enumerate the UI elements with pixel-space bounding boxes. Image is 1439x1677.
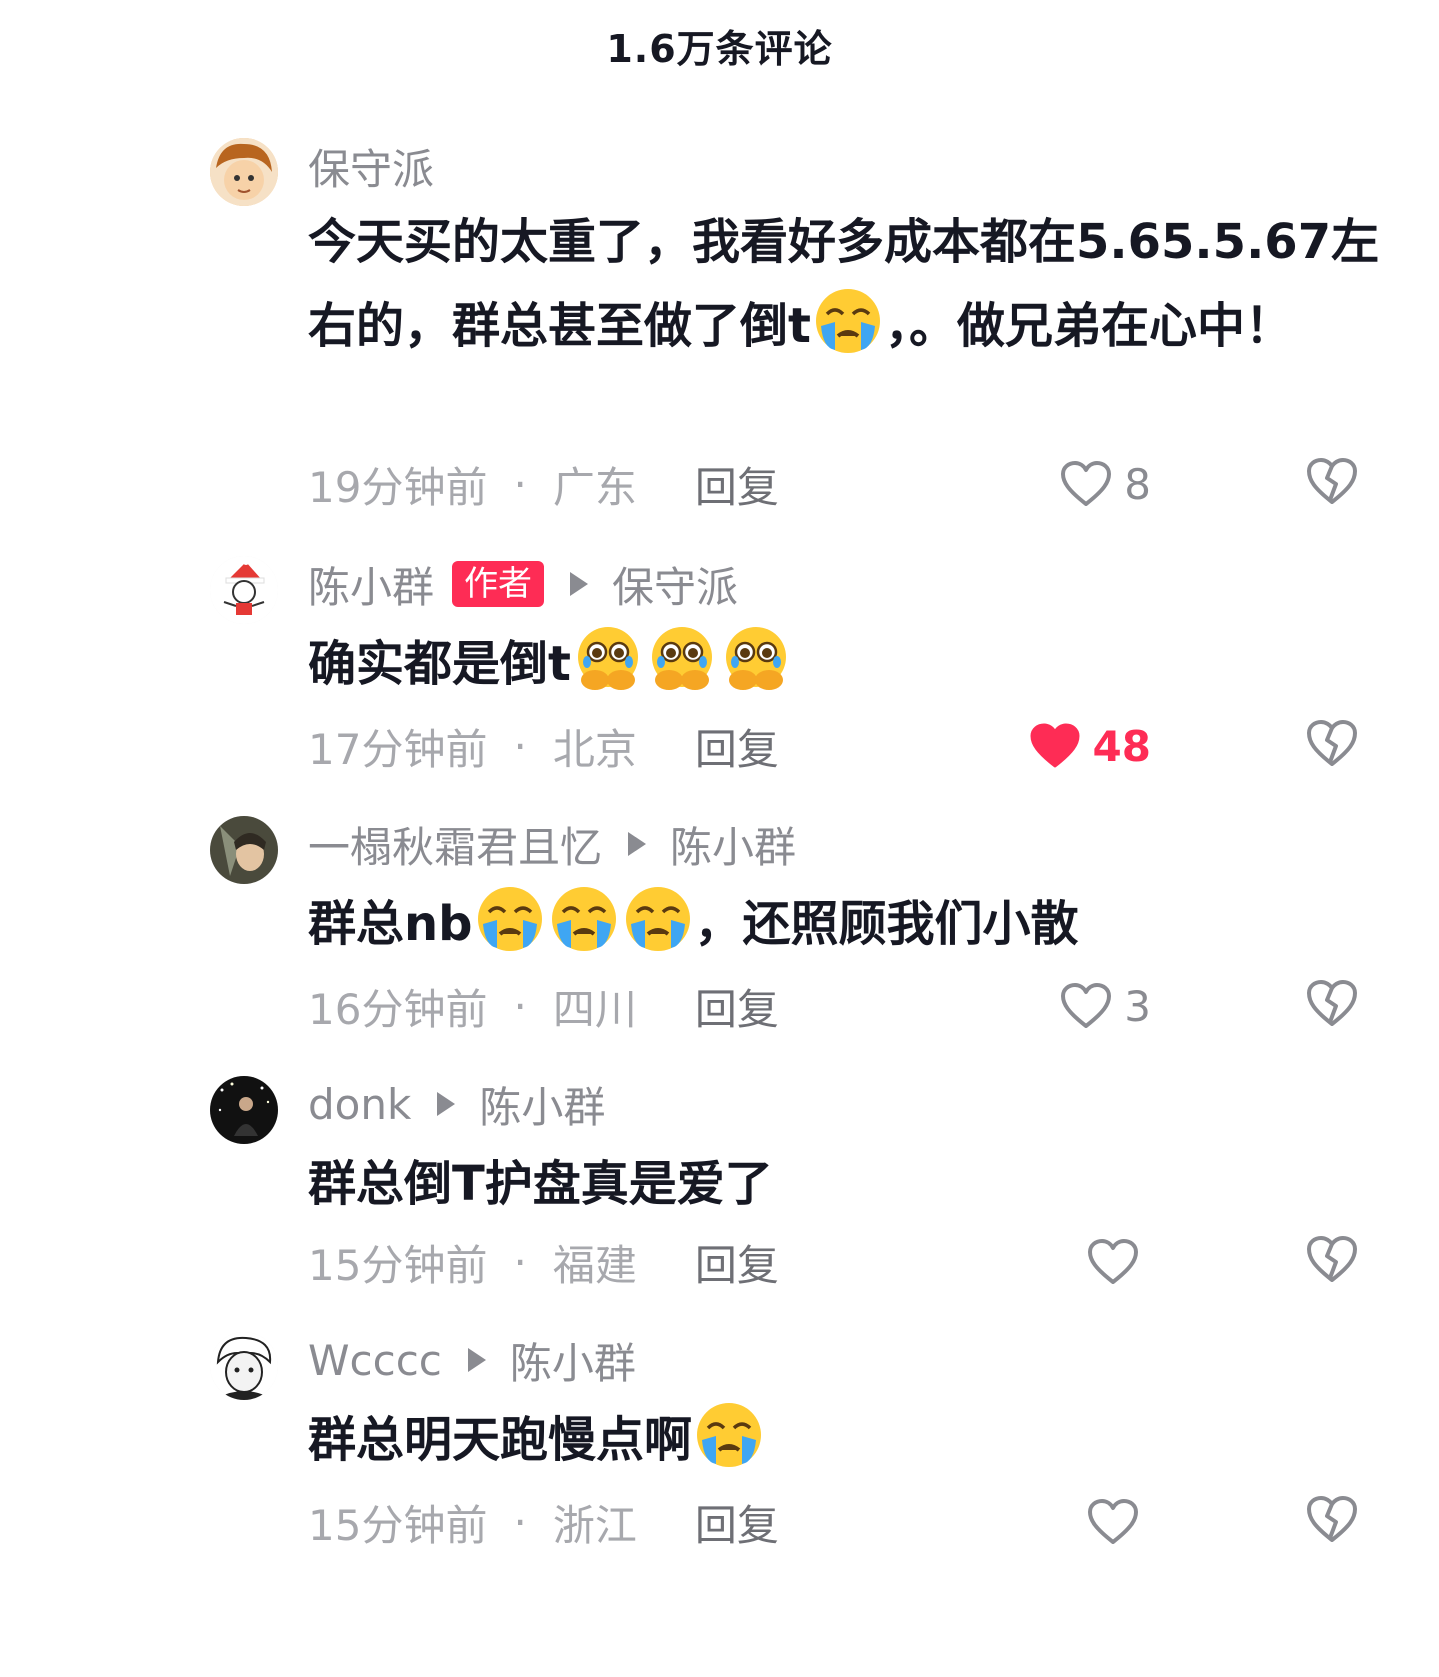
location: 北京	[552, 724, 637, 774]
heart-icon	[1060, 460, 1112, 508]
broken-heart-icon	[1305, 978, 1359, 1028]
broken-heart-icon	[1305, 456, 1359, 506]
timestamp: 16分钟前	[308, 984, 488, 1034]
avatar-image	[210, 816, 278, 884]
location: 福建	[552, 1240, 637, 1290]
avatar[interactable]	[210, 816, 278, 884]
dislike-button[interactable]	[1305, 1234, 1361, 1290]
comment-text: 今天买的太重了，我看好多成本都在5.65.5.67左右的，群总甚至做了倒t ，。做…	[308, 214, 1380, 356]
face-holding-back-tears-icon	[647, 624, 717, 694]
timestamp: 15分钟前	[308, 1500, 488, 1550]
face-holding-back-tears-icon	[721, 624, 791, 694]
loudly-crying-face-icon	[813, 286, 883, 356]
comment-text: 群总nb ，还照顾我们小散	[308, 882, 1388, 966]
like-count: 48	[1092, 721, 1151, 771]
reply-arrow-icon	[570, 572, 589, 596]
like-button[interactable]: 8	[1060, 456, 1151, 512]
avatar-image	[210, 1076, 278, 1144]
location: 广东	[552, 462, 637, 512]
reply-arrow-icon	[437, 1092, 456, 1116]
like-count: 3	[1124, 981, 1151, 1031]
reply-arrow-icon	[628, 832, 647, 856]
loudly-crying-face-icon	[694, 1400, 764, 1470]
username[interactable]: 陈小群	[308, 554, 434, 615]
location: 四川	[552, 984, 637, 1034]
reply-button[interactable]: 回复	[695, 454, 779, 515]
reply-to-username[interactable]: 保守派	[612, 554, 738, 615]
reply-button[interactable]: 回复	[695, 1232, 779, 1293]
avatar[interactable]	[210, 1332, 278, 1400]
dislike-button[interactable]	[1305, 978, 1361, 1034]
like-button[interactable]	[1087, 1494, 1151, 1550]
avatar-image	[210, 556, 278, 624]
broken-heart-icon	[1305, 718, 1359, 768]
avatar-image	[210, 1332, 278, 1400]
broken-heart-icon	[1305, 1494, 1359, 1544]
avatar[interactable]	[210, 1076, 278, 1144]
loudly-crying-face-icon	[549, 884, 619, 954]
location: 浙江	[552, 1500, 637, 1550]
reply-to-username[interactable]: 陈小群	[510, 1330, 636, 1391]
reply-to-username[interactable]: 陈小群	[670, 814, 796, 875]
username[interactable]: Wcccc	[308, 1336, 442, 1385]
reply-arrow-icon	[467, 1348, 486, 1372]
dislike-button[interactable]	[1305, 718, 1361, 774]
face-holding-back-tears-icon	[573, 624, 643, 694]
avatar-image	[210, 138, 278, 206]
loudly-crying-face-icon	[623, 884, 693, 954]
comment-text: 群总明天跑慢点啊	[308, 1398, 1388, 1482]
heart-filled-icon	[1029, 722, 1081, 770]
timestamp: 17分钟前	[308, 724, 488, 774]
author-badge: 作者	[452, 561, 545, 607]
heart-icon	[1087, 1498, 1139, 1546]
heart-icon	[1087, 1238, 1139, 1286]
broken-heart-icon	[1305, 1234, 1359, 1284]
reply-to-username[interactable]: 陈小群	[479, 1074, 605, 1135]
comment-text: 群总倒T护盘真是爱了	[308, 1156, 773, 1212]
timestamp: 15分钟前	[308, 1240, 488, 1290]
like-button[interactable]	[1087, 1234, 1151, 1290]
like-button[interactable]: 48	[1029, 718, 1151, 774]
username[interactable]: 保守派	[308, 136, 434, 197]
loudly-crying-face-icon	[475, 884, 545, 954]
reply-button[interactable]: 回复	[695, 1492, 779, 1553]
comment-text: 确实都是倒t	[308, 622, 1388, 706]
avatar[interactable]	[210, 556, 278, 624]
dislike-button[interactable]	[1305, 1494, 1361, 1550]
reply-button[interactable]: 回复	[695, 716, 779, 777]
username[interactable]: 一榻秋霜君且忆	[308, 814, 602, 875]
like-count: 8	[1124, 459, 1151, 509]
reply-button[interactable]: 回复	[695, 976, 779, 1037]
comment-count-title: 1.6万条评论	[606, 27, 833, 71]
username[interactable]: donk	[308, 1080, 411, 1129]
like-button[interactable]: 3	[1060, 978, 1151, 1034]
timestamp: 19分钟前	[308, 462, 488, 512]
heart-icon	[1060, 982, 1112, 1030]
avatar[interactable]	[210, 138, 278, 206]
dislike-button[interactable]	[1305, 456, 1361, 512]
